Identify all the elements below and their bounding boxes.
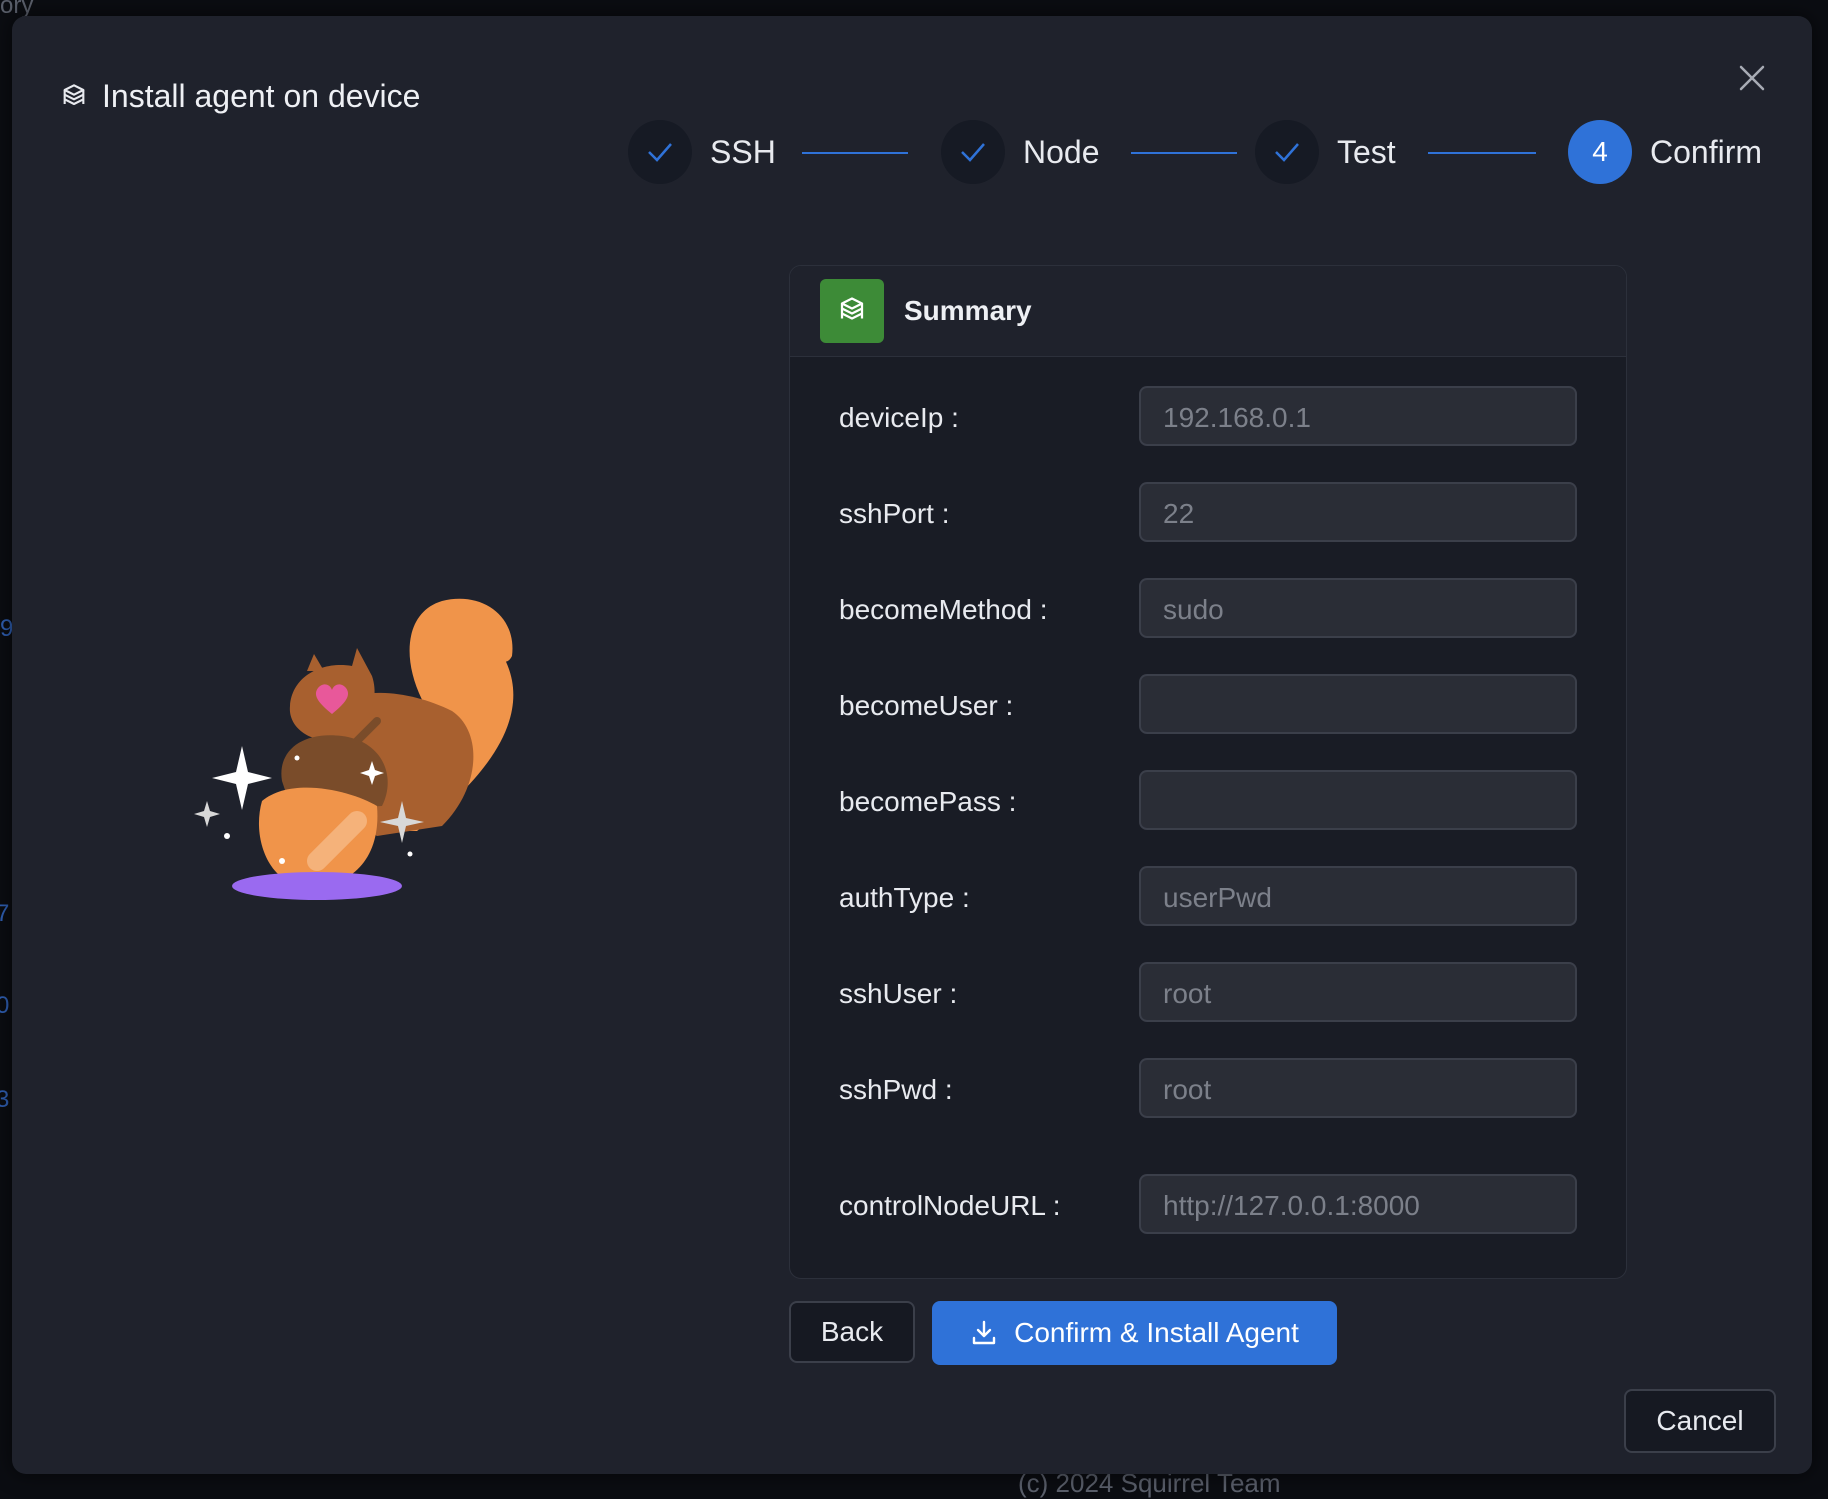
field-label: sshPwd : bbox=[839, 1074, 953, 1105]
step-connector bbox=[1131, 152, 1237, 154]
summary-row-ssh-pwd: sshPwd : root bbox=[790, 1058, 1626, 1122]
step-active-indicator: 4 bbox=[1568, 120, 1632, 184]
background-link: 0 bbox=[0, 992, 10, 1019]
summary-header: Summary bbox=[790, 266, 1626, 357]
step-label: Test bbox=[1337, 133, 1396, 170]
squirrel-illustration bbox=[194, 598, 514, 900]
step-node: Node bbox=[941, 120, 1100, 184]
become-user-field[interactable] bbox=[1139, 674, 1577, 734]
step-label: Confirm bbox=[1650, 133, 1763, 170]
package-icon bbox=[63, 83, 85, 105]
confirm-install-label: Confirm & Install Agent bbox=[1014, 1317, 1299, 1348]
step-connector bbox=[1428, 152, 1536, 154]
field-label: becomeUser : bbox=[839, 690, 1014, 721]
field-label: becomeMethod : bbox=[839, 594, 1048, 625]
background-link: 3 bbox=[0, 1086, 10, 1113]
check-icon bbox=[1275, 143, 1299, 162]
auth-type-field[interactable]: userPwd bbox=[1139, 866, 1577, 926]
step-done-indicator bbox=[628, 120, 692, 184]
summary-card: Summary deviceIp : 192.168.0.1 sshPort :… bbox=[789, 265, 1627, 1279]
summary-row-ssh-user: sshUser : root bbox=[790, 962, 1626, 1026]
step-test: Test bbox=[1255, 120, 1396, 184]
ssh-port-field[interactable]: 22 bbox=[1139, 482, 1577, 542]
field-label: deviceIp : bbox=[839, 402, 959, 433]
step-done-indicator bbox=[1255, 120, 1319, 184]
become-method-field[interactable]: sudo bbox=[1139, 578, 1577, 638]
field-label: becomePass : bbox=[839, 786, 1017, 817]
device-ip-field[interactable]: 192.168.0.1 bbox=[1139, 386, 1577, 446]
cancel-button[interactable]: Cancel bbox=[1624, 1389, 1776, 1453]
summary-row-become-method: becomeMethod : sudo bbox=[790, 578, 1626, 642]
summary-row-become-user: becomeUser : bbox=[790, 674, 1626, 738]
step-done-indicator bbox=[941, 120, 1005, 184]
step-label: SSH bbox=[710, 133, 776, 170]
field-label: sshPort : bbox=[839, 498, 950, 529]
confirm-install-button[interactable]: Confirm & Install Agent bbox=[932, 1301, 1337, 1365]
become-pass-field[interactable] bbox=[1139, 770, 1577, 830]
field-label: authType : bbox=[839, 882, 970, 913]
step-confirm: 4 Confirm bbox=[1568, 120, 1762, 184]
background-link: 7 bbox=[0, 900, 10, 927]
ssh-user-field[interactable]: root bbox=[1139, 962, 1577, 1022]
modal-title: Install agent on device bbox=[102, 78, 421, 114]
back-button[interactable]: Back bbox=[789, 1301, 915, 1363]
check-icon bbox=[648, 143, 672, 162]
modal-header: Install agent on device bbox=[60, 78, 420, 115]
ssh-pwd-field[interactable]: root bbox=[1139, 1058, 1577, 1118]
download-icon bbox=[972, 1320, 996, 1345]
step-connector bbox=[802, 152, 908, 154]
install-agent-modal: Install agent on device SSH Node Test 4 … bbox=[12, 16, 1812, 1474]
close-button[interactable] bbox=[1732, 58, 1772, 98]
summary-title: Summary bbox=[904, 295, 1032, 326]
step-ssh: SSH bbox=[628, 120, 776, 184]
check-icon bbox=[961, 143, 985, 162]
field-label: controlNodeURL : bbox=[839, 1190, 1061, 1221]
step-label: Node bbox=[1023, 133, 1100, 170]
summary-row-control-node-url: controlNodeURL : http://127.0.0.1:8000 bbox=[790, 1174, 1626, 1238]
summary-row-become-pass: becomePass : bbox=[790, 770, 1626, 834]
package-icon bbox=[820, 279, 884, 343]
control-node-url-field[interactable]: http://127.0.0.1:8000 bbox=[1139, 1174, 1577, 1234]
summary-row-device-ip: deviceIp : 192.168.0.1 bbox=[790, 386, 1626, 450]
close-icon bbox=[1739, 65, 1765, 91]
summary-row-ssh-port: sshPort : 22 bbox=[790, 482, 1626, 546]
summary-row-auth-type: authType : userPwd bbox=[790, 866, 1626, 930]
field-label: sshUser : bbox=[839, 978, 958, 1009]
